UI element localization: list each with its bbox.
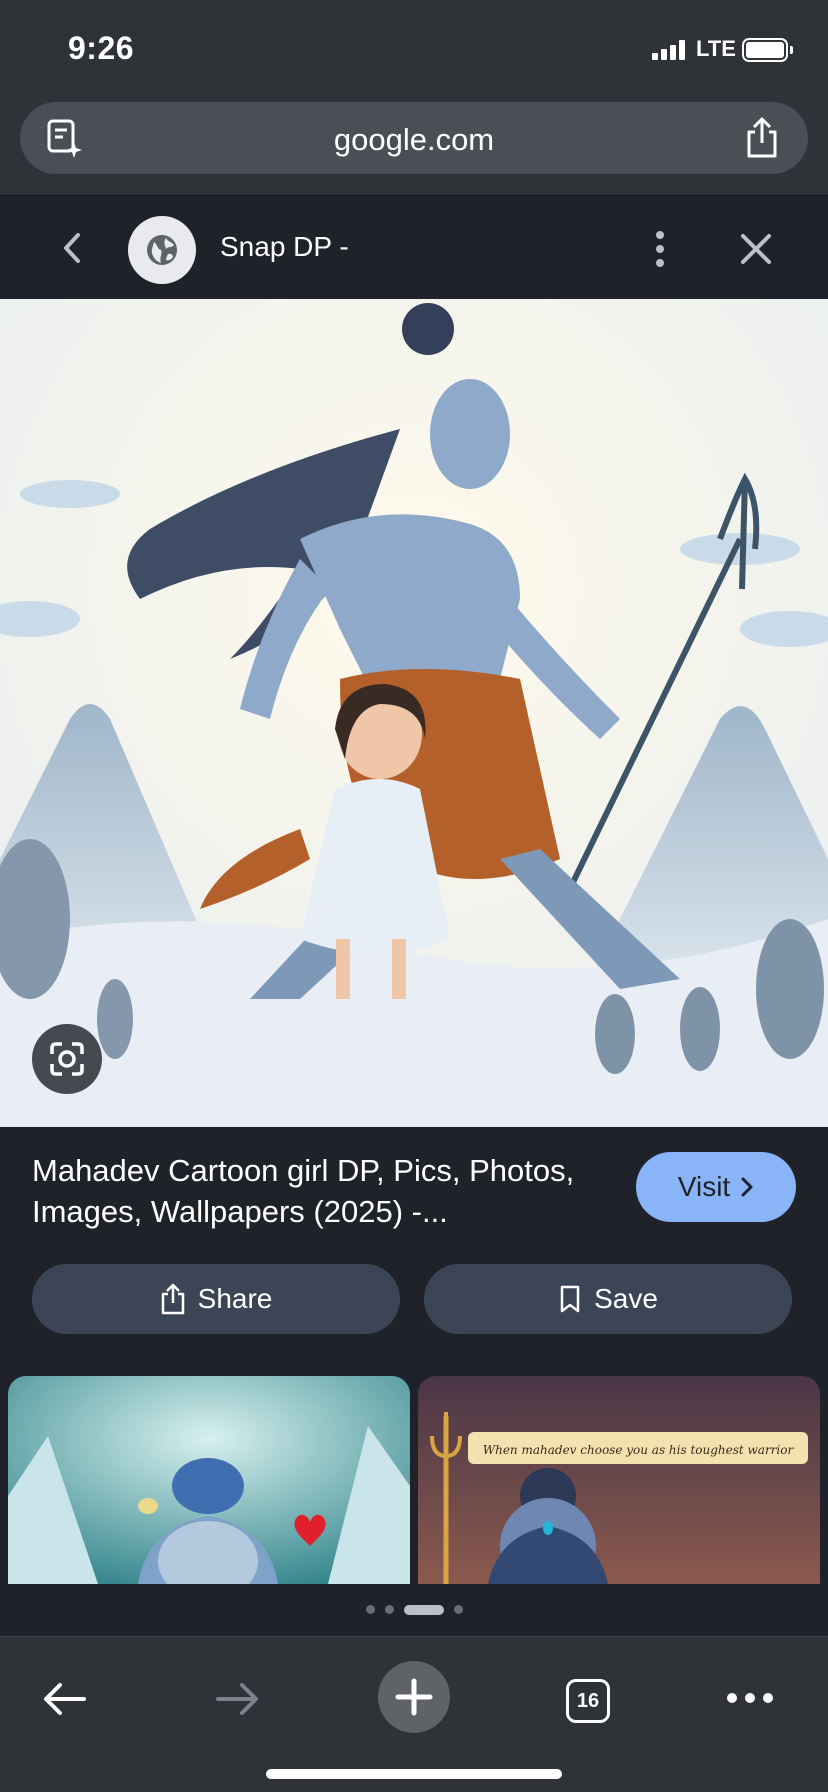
share-label: Share — [197, 1283, 273, 1314]
status-bar: 9:26 LTE — [0, 0, 828, 92]
page-dot — [385, 1605, 394, 1614]
site-title[interactable]: Snap DP - — [220, 231, 349, 263]
page-dot-active — [404, 1605, 444, 1615]
home-indicator[interactable] — [266, 1769, 562, 1779]
illustration — [0, 299, 828, 1127]
page-dot — [366, 1605, 375, 1614]
battery-icon — [742, 38, 788, 62]
network-type: LTE — [696, 36, 736, 61]
related-thumbnail: When mahadev choose you as his toughest … — [418, 1376, 820, 1584]
visit-button[interactable]: Visit — [636, 1152, 796, 1222]
more-horiz-icon[interactable] — [726, 1691, 774, 1705]
chevron-right-icon — [741, 1177, 753, 1197]
new-tab-button[interactable] — [378, 1661, 450, 1733]
result-title[interactable]: Mahadev Cartoon girl DP, Pics, Photos, I… — [32, 1150, 612, 1232]
more-vert-icon[interactable] — [648, 229, 672, 269]
related-image[interactable]: When mahadev choose you as his toughest … — [418, 1376, 820, 1584]
carousel-indicator — [0, 1600, 828, 1620]
bookmark-icon — [560, 1285, 580, 1313]
thumbnail-caption: When mahadev choose you as his toughest … — [483, 1443, 795, 1457]
visit-label: Visit — [677, 1171, 731, 1202]
address-bar-area: google.com — [0, 92, 828, 196]
save-button[interactable]: Save — [424, 1264, 792, 1334]
address-bar[interactable]: google.com — [20, 102, 808, 174]
lens-icon — [50, 1042, 84, 1076]
site-favicon — [128, 216, 196, 284]
plus-icon — [395, 1678, 433, 1716]
globe-icon — [147, 235, 177, 265]
related-thumbnail — [8, 1376, 410, 1584]
related-image[interactable] — [8, 1376, 410, 1584]
forward-arrow-icon[interactable] — [214, 1679, 262, 1719]
lens-button[interactable] — [32, 1024, 102, 1094]
close-icon[interactable] — [738, 231, 774, 267]
url-text: google.com — [333, 122, 495, 157]
share-icon[interactable] — [742, 116, 782, 160]
back-arrow-icon[interactable] — [40, 1679, 88, 1719]
page-dot — [454, 1605, 463, 1614]
result-image[interactable] — [0, 299, 828, 1127]
result-panel-header: Snap DP - — [0, 197, 828, 299]
bottom-toolbar: 16 — [0, 1636, 828, 1792]
signal-strength-icon — [652, 40, 686, 60]
share-icon — [161, 1283, 184, 1315]
tab-switcher-button[interactable]: 16 — [566, 1679, 610, 1723]
share-button[interactable]: Share — [32, 1264, 400, 1334]
save-label: Save — [594, 1283, 658, 1314]
clock: 9:26 — [68, 30, 135, 66]
chevron-left-icon[interactable] — [56, 229, 86, 267]
